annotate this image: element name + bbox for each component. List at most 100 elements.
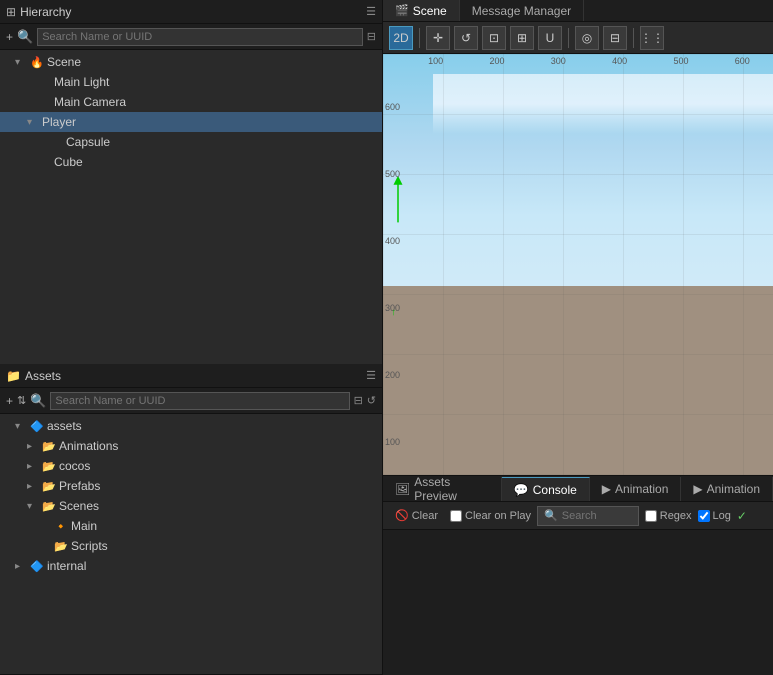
tab-animation2[interactable]: ▶ Animation [681, 477, 773, 501]
ruler-left-400: 400 [385, 236, 400, 246]
tree-item-player[interactable]: ▾ Player [0, 112, 382, 132]
ruler-500: 500 [673, 56, 688, 66]
toolbar-rect-btn[interactable]: ⊞ [510, 26, 534, 50]
assets-sort-icon[interactable]: ⇅ [17, 394, 26, 407]
main-scene-icon: 🔸 [54, 520, 68, 533]
ruler-100: 100 [428, 56, 443, 66]
tab-console[interactable]: 💬 Console [502, 477, 590, 501]
tree-item-main-light[interactable]: ▸ Main Light [0, 72, 382, 92]
tree-item-scripts[interactable]: ▸ 📂 Scripts [0, 536, 382, 556]
ruler-left-100: 100 [385, 437, 400, 447]
tree-item-assets-root[interactable]: ▾ 🔷 assets [0, 416, 382, 436]
tab-animation[interactable]: ▶ Animation [590, 477, 682, 501]
tree-item-cube[interactable]: ▸ Cube [0, 152, 382, 172]
scene-label: Scene [47, 55, 81, 69]
tab-assets-preview[interactable]: 🖼 Assets Preview [383, 477, 502, 501]
console-label: Console [533, 483, 577, 497]
assets-add-icon[interactable]: + [6, 394, 13, 408]
add-node-icon[interactable]: + [6, 30, 13, 44]
clear-icon: 🚫 [395, 509, 409, 522]
cocos-arrow: ▸ [27, 461, 39, 472]
hierarchy-search-icon[interactable]: 🔍 [17, 29, 33, 45]
tab-message-manager[interactable]: Message Manager [460, 0, 584, 21]
tree-item-animations[interactable]: ▸ 📂 Animations [0, 436, 382, 456]
hierarchy-menu-icon[interactable]: ☰ [366, 5, 376, 18]
assets-title: Assets [25, 369, 362, 383]
animation2-label: Animation [707, 482, 760, 496]
scene-arrow: ▾ [15, 57, 27, 68]
ruler-left-300: 300 [385, 303, 400, 313]
scene-flame-icon: 🔥 [30, 56, 44, 69]
regex-input[interactable] [645, 510, 657, 522]
animation2-icon: ▶ [693, 482, 702, 496]
hierarchy-search-bar: + 🔍 ⊟ [0, 24, 382, 50]
tree-item-cocos[interactable]: ▸ 📂 cocos [0, 456, 382, 476]
toolbar-move-btn[interactable]: ✛ [426, 26, 450, 50]
assets-search-icon[interactable]: 🔍 [30, 393, 46, 409]
ruler-left-200: 200 [385, 370, 400, 380]
scene-toolbar: 2D ✛ ↺ ⊡ ⊞ U ◎ ⊟ ⋮⋮ [383, 22, 773, 54]
tree-item-prefabs[interactable]: ▸ 📂 Prefabs [0, 476, 382, 496]
main-camera-label: Main Camera [54, 95, 126, 109]
tree-item-main-camera[interactable]: ▸ Main Camera [0, 92, 382, 112]
log-label: Log [713, 510, 731, 522]
player-arrow: ▾ [27, 117, 39, 128]
assets-section: 📁 Assets ☰ + ⇅ 🔍 ⊟ ↺ [0, 364, 382, 675]
tree-item-capsule[interactable]: ▸ Capsule [0, 132, 382, 152]
regex-checkbox[interactable]: Regex [645, 510, 692, 522]
assets-search-input[interactable] [50, 392, 349, 410]
cocos-folder-icon: 📂 [42, 460, 56, 473]
bottom-panel: 🖼 Assets Preview 💬 Console ▶ Animation ▶… [383, 475, 773, 675]
tab-scene[interactable]: 🎬 Scene [383, 0, 460, 21]
console-search-input[interactable] [562, 510, 632, 522]
animations-folder-icon: 📂 [42, 440, 56, 453]
assets-tree: ▾ 🔷 assets ▸ 📂 Animations ▸ [0, 414, 382, 674]
toolbar-scale-btn[interactable]: ⊡ [482, 26, 506, 50]
hierarchy-icon: ⊞ [6, 5, 16, 19]
tree-item-main-scene[interactable]: ▸ 🔸 Main [0, 516, 382, 536]
assets-menu-icon[interactable]: ☰ [366, 369, 376, 382]
scene-clouds [433, 74, 773, 134]
toolbar-rotate-btn[interactable]: ↺ [454, 26, 478, 50]
cocos-label: cocos [59, 459, 90, 473]
log-input[interactable] [698, 510, 710, 522]
main-light-label: Main Light [54, 75, 109, 89]
internal-label: internal [47, 559, 86, 573]
tree-item-scenes[interactable]: ▾ 📂 Scenes [0, 496, 382, 516]
log-checkbox[interactable]: Log [698, 510, 731, 522]
assets-root-label: assets [47, 419, 82, 433]
assets-folder-icon: 📁 [6, 369, 21, 383]
scenes-folder-icon: 📂 [42, 500, 56, 513]
scripts-folder-icon: 📂 [54, 540, 68, 553]
toolbar-pivot-btn[interactable]: ◎ [575, 26, 599, 50]
hierarchy-list-icon[interactable]: ⊟ [367, 30, 376, 43]
regex-label: Regex [660, 510, 692, 522]
clear-button[interactable]: 🚫 Clear [389, 507, 444, 524]
ruler-left-500: 500 [385, 169, 400, 179]
hierarchy-search-input[interactable] [37, 28, 363, 46]
clear-on-play-checkbox[interactable]: Clear on Play [450, 510, 531, 522]
clear-label: Clear [412, 510, 438, 522]
prefabs-folder-icon: 📂 [42, 480, 56, 493]
ruler-200: 200 [489, 56, 504, 66]
toolbar-chart-btn[interactable]: ⋮⋮ [640, 26, 664, 50]
cube-label: Cube [54, 155, 83, 169]
toolbar-snap-btn[interactable]: ⊟ [603, 26, 627, 50]
tree-item-scene[interactable]: ▾ 🔥 Scene [0, 52, 382, 72]
tree-item-internal[interactable]: ▸ 🔷 internal [0, 556, 382, 576]
clear-on-play-input[interactable] [450, 510, 462, 522]
assets-list-icon[interactable]: ⊟ [354, 394, 363, 407]
assets-refresh-icon[interactable]: ↺ [367, 394, 376, 407]
assets-search-bar: + ⇅ 🔍 ⊟ ↺ [0, 388, 382, 414]
ruler-left-600: 600 [385, 102, 400, 112]
hierarchy-header: ⊞ Hierarchy ☰ [0, 0, 382, 24]
scene-tab-label: Scene [413, 4, 447, 18]
toolbar-divider-1 [419, 28, 420, 48]
prefabs-label: Prefabs [59, 479, 100, 493]
assets-header: 📁 Assets ☰ [0, 364, 382, 388]
toolbar-transform-btn[interactable]: U [538, 26, 562, 50]
toolbar-2d-btn[interactable]: 2D [389, 26, 413, 50]
hierarchy-title: Hierarchy [20, 5, 362, 19]
animations-arrow: ▸ [27, 441, 39, 452]
scenes-arrow: ▾ [27, 501, 39, 512]
